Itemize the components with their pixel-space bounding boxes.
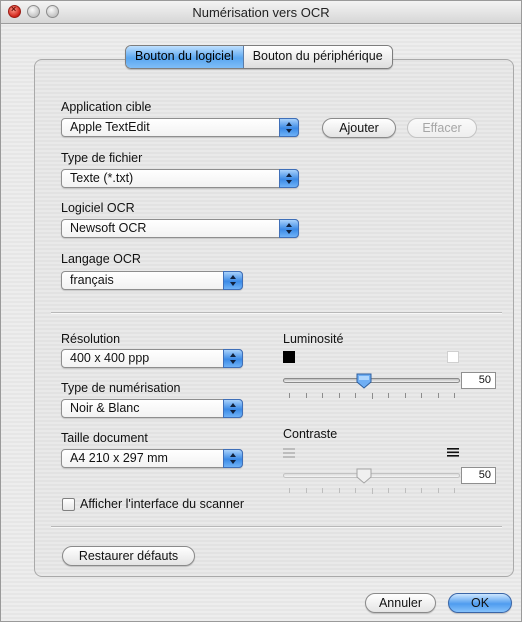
ok-button[interactable]: OK xyxy=(448,593,512,613)
slider-tick xyxy=(289,393,290,398)
popup-arrows-icon xyxy=(223,271,243,290)
logiciel-ocr-popup[interactable]: Newsoft OCR xyxy=(61,219,299,238)
type-numerisation-popup[interactable]: Noir & Blanc xyxy=(61,399,243,418)
slider-tick xyxy=(372,488,373,494)
popup-arrows-icon xyxy=(279,219,299,238)
low-contrast-icon xyxy=(283,448,295,458)
tab-bar: Bouton du logiciel Bouton du périphériqu… xyxy=(125,45,393,69)
restaurer-defauts-button[interactable]: Restaurer défauts xyxy=(62,546,195,566)
luminosite-slider-thumb[interactable] xyxy=(355,373,373,389)
slider-tick xyxy=(438,488,439,493)
afficher-interface-checkbox[interactable] xyxy=(62,498,75,511)
slider-tick xyxy=(438,393,439,398)
logiciel-ocr-label: Logiciel OCR xyxy=(61,201,135,215)
tab-bouton-peripherique[interactable]: Bouton du périphérique xyxy=(243,46,392,68)
afficher-interface-label: Afficher l'interface du scanner xyxy=(80,497,245,511)
application-cible-value: Apple TextEdit xyxy=(70,120,150,134)
section-divider xyxy=(51,526,502,528)
logiciel-ocr-value: Newsoft OCR xyxy=(70,221,147,235)
slider-tick xyxy=(306,488,307,493)
slider-tick xyxy=(322,488,323,493)
slider-tick xyxy=(322,393,323,398)
title-bar[interactable]: × Numérisation vers OCR xyxy=(1,1,521,24)
high-contrast-icon xyxy=(447,448,459,457)
contraste-ticks xyxy=(289,488,455,494)
slider-tick xyxy=(454,488,455,493)
slider-tick xyxy=(372,393,373,399)
slider-tick xyxy=(355,393,356,398)
type-fichier-label: Type de fichier xyxy=(61,151,143,165)
application-cible-label: Application cible xyxy=(61,100,152,114)
type-fichier-value: Texte (*.txt) xyxy=(70,171,134,185)
slider-tick xyxy=(454,393,455,398)
slider-tick xyxy=(306,393,307,398)
type-numerisation-value: Noir & Blanc xyxy=(70,401,140,415)
luminosite-value[interactable]: 50 xyxy=(461,372,496,389)
popup-arrows-icon xyxy=(279,118,299,137)
langage-ocr-label: Langage OCR xyxy=(61,252,141,266)
light-brightness-icon xyxy=(447,351,459,363)
popup-arrows-icon xyxy=(223,399,243,418)
taille-document-popup[interactable]: A4 210 x 297 mm xyxy=(61,449,243,468)
popup-arrows-icon xyxy=(223,349,243,368)
type-numerisation-label: Type de numérisation xyxy=(61,381,181,395)
taille-document-value: A4 210 x 297 mm xyxy=(70,451,168,465)
slider-tick xyxy=(421,393,422,398)
contraste-value[interactable]: 50 xyxy=(461,467,496,484)
luminosite-ticks xyxy=(289,393,455,399)
popup-arrows-icon xyxy=(279,169,299,188)
dialog-window: × Numérisation vers OCR Bouton du logici… xyxy=(0,0,522,622)
slider-tick xyxy=(405,488,406,493)
window-title: Numérisation vers OCR xyxy=(192,5,330,20)
slider-tick xyxy=(388,488,389,493)
langage-ocr-popup[interactable]: français xyxy=(61,271,243,290)
dark-brightness-icon xyxy=(283,351,295,363)
slider-tick xyxy=(339,393,340,398)
annuler-button[interactable]: Annuler xyxy=(365,593,436,613)
resolution-popup[interactable]: 400 x 400 ppp xyxy=(61,349,243,368)
application-cible-popup[interactable]: Apple TextEdit xyxy=(61,118,299,137)
effacer-button[interactable]: Effacer xyxy=(407,118,477,138)
ajouter-button[interactable]: Ajouter xyxy=(322,118,396,138)
resolution-value: 400 x 400 ppp xyxy=(70,351,150,365)
langage-ocr-value: français xyxy=(70,273,114,287)
luminosite-label: Luminosité xyxy=(283,332,344,346)
slider-tick xyxy=(405,393,406,398)
section-divider xyxy=(51,312,502,314)
slider-tick xyxy=(289,488,290,493)
contraste-slider-thumb[interactable] xyxy=(355,468,373,484)
slider-tick xyxy=(388,393,389,398)
slider-tick xyxy=(421,488,422,493)
contraste-label: Contraste xyxy=(283,427,338,441)
popup-arrows-icon xyxy=(223,449,243,468)
tab-bouton-logiciel[interactable]: Bouton du logiciel xyxy=(126,46,244,68)
taille-document-label: Taille document xyxy=(61,431,148,445)
slider-tick xyxy=(355,488,356,493)
type-fichier-popup[interactable]: Texte (*.txt) xyxy=(61,169,299,188)
resolution-label: Résolution xyxy=(61,332,121,346)
slider-tick xyxy=(339,488,340,493)
